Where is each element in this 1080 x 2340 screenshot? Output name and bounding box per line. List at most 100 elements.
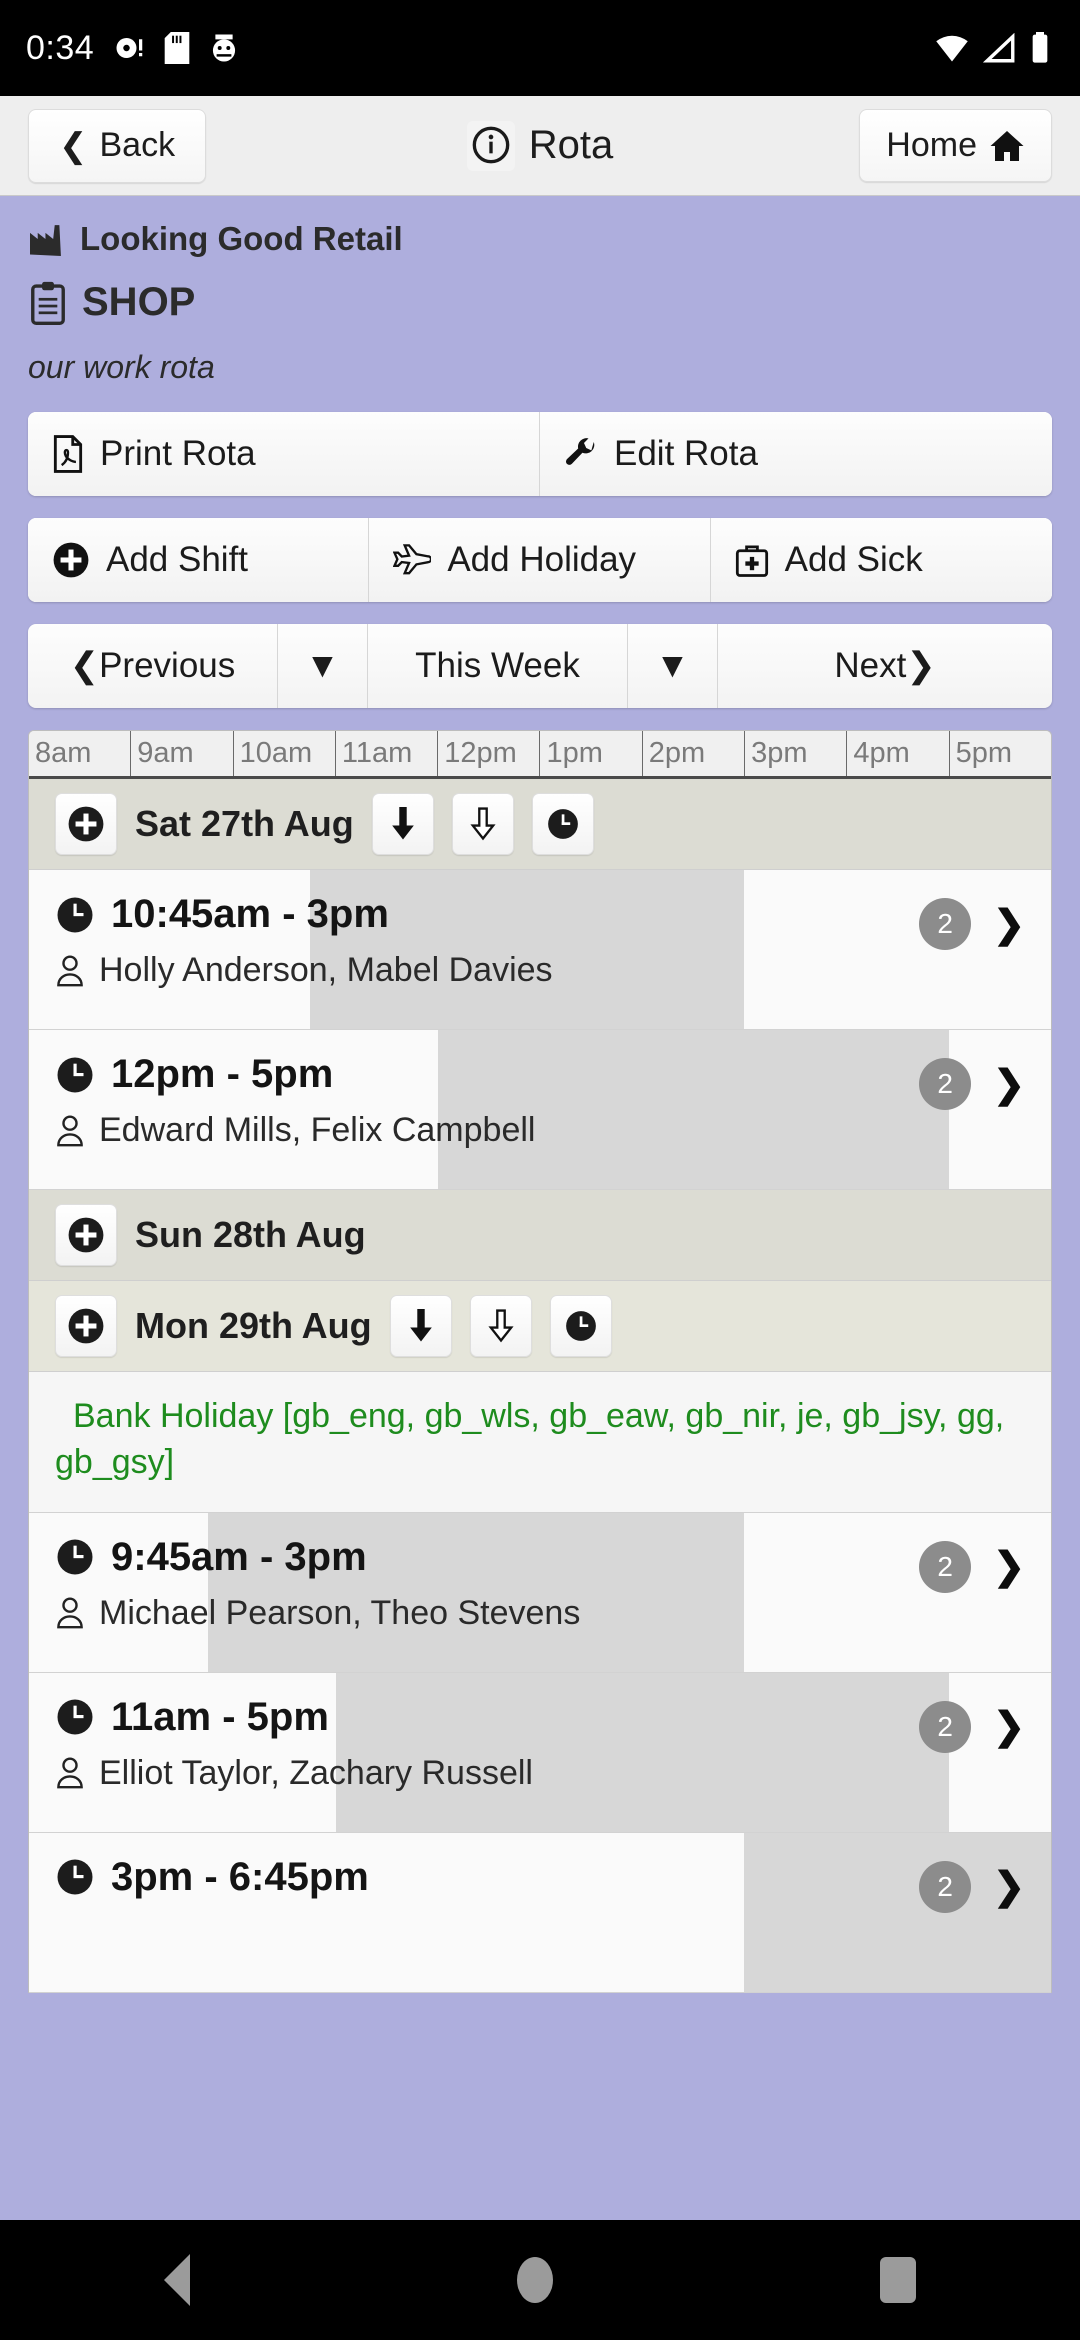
previous-week-button[interactable]: ❮ Previous [28,624,278,708]
chevron-right-icon[interactable]: ❯ [993,1544,1025,1589]
back-button-label: Back [99,126,176,164]
shift-row[interactable]: 9:45am - 3pm Michael Pearson, Theo Steven… [29,1512,1051,1673]
person-icon [55,1596,85,1630]
timeline-hour-cell: 5pm [955,737,1013,769]
add-shift-button[interactable]: Add Shift [28,518,370,602]
arrow-down-filled-button[interactable] [389,1295,452,1357]
shift-staff-count-badge: 2 [919,1058,972,1110]
nav-home-icon[interactable] [516,2257,553,2303]
clock-icon-lg [55,895,95,935]
organisation-name: Looking Good Retail [28,220,1052,258]
clock-icon [546,807,580,841]
shift-row[interactable]: 3pm - 6:45pm 2 ❯ [29,1832,1051,1993]
rota-subtitle: our work rota [28,349,215,385]
clock-icon-lg [55,1537,95,1577]
timeline-hour-cell: 8am [29,731,132,776]
edit-rota-button[interactable]: Edit Rota [540,412,1052,496]
android-navigation-bar [0,2220,1080,2340]
battery-icon [1030,32,1050,64]
chevron-right-icon[interactable]: ❯ [993,902,1025,947]
clock-button[interactable] [549,1295,612,1357]
nav-recents-icon[interactable] [880,2257,917,2303]
add-entry-button[interactable] [55,1204,117,1266]
add-holiday-button[interactable]: Add Holiday [369,518,711,602]
edit-rota-label: Edit Rota [614,434,758,473]
shift-row-trailing: 2 ❯ [919,1700,1025,1753]
department-name-text: SHOP [82,280,196,324]
rota-day-label: Sat 27th Aug [135,803,354,844]
rota-actions-primary: Print Rota Edit Rota [28,412,1052,496]
medical-bag-icon [735,543,769,577]
rota-day-header: Mon 29th Aug [29,1281,1051,1372]
arrow-down-filled-button[interactable] [371,793,434,855]
shift-content: 11am - 5pm Elliot Taylor, Zachary Russell [55,1695,1025,1793]
add-entry-button[interactable] [55,1295,117,1357]
airplane-icon [393,543,432,577]
clock-button[interactable] [531,793,594,855]
rota-page: Looking Good Retail SHOP our work rota P… [0,196,1080,2340]
previous-week-dropdown[interactable]: ▼ [278,624,368,708]
arrow-down-outline-button[interactable] [469,1295,532,1357]
shift-content: 9:45am - 3pm Michael Pearson, Theo Steven… [55,1535,1025,1633]
this-week-label: This Week [415,646,580,685]
chevron-left-icon: ❮ [59,126,88,165]
organisation-name-text: Looking Good Retail [80,220,403,257]
shift-row[interactable]: 10:45am - 3pm Holly Anderson, Mabel Davie… [29,870,1051,1030]
app-header-bar: ❮ Back Rota Home [0,96,1080,196]
timeline-hour-cell: 2pm [643,731,746,776]
back-button[interactable]: ❮ Back [28,108,207,183]
rota-day-label: Sun 28th Aug [135,1214,366,1255]
shift-people-text: Elliot Taylor, Zachary Russell [99,1753,533,1792]
chevron-left-icon: ❮ [69,646,100,685]
house-icon [989,128,1025,164]
shift-row-trailing: 2 ❯ [919,1540,1025,1593]
shift-row-trailing: 2 ❯ [919,1860,1025,1913]
shift-staff-count-badge: 2 [919,1860,972,1913]
plus-circle-icon [67,805,105,843]
shift-time-text: 11am - 5pm [111,1694,329,1739]
shift-staff-count-badge: 2 [919,1700,972,1753]
add-entry-button[interactable] [55,793,117,855]
clock-icon-lg [55,1055,95,1095]
chevron-right-icon[interactable]: ❯ [993,1704,1025,1749]
wifi-icon [934,33,970,63]
timeline-hour-cell: 12pm [438,731,541,776]
home-button[interactable]: Home [859,109,1052,182]
clock-icon [564,1309,598,1343]
rota-actions-secondary: Add Shift Add Holiday Add Sick [28,518,1052,602]
person-icon [55,954,85,988]
clipboard-icon [28,281,68,325]
plus-circle-icon [67,1307,105,1345]
arrow-down-filled-icon [406,1309,436,1343]
clock-icon-lg [55,1857,95,1897]
arrow-down-outline-icon [486,1309,516,1343]
info-icon[interactable] [466,120,515,171]
nav-back-icon[interactable] [163,2254,190,2306]
shift-content: 10:45am - 3pm Holly Anderson, Mabel Davie… [55,892,1025,990]
rota-day-header: Sun 28th Aug [29,1190,1051,1281]
add-sick-button[interactable]: Add Sick [710,518,1052,602]
shift-row[interactable]: 11am - 5pm Elliot Taylor, Zachary Russell… [29,1672,1051,1833]
print-rota-button[interactable]: Print Rota [28,412,540,496]
shift-people-row: Holly Anderson, Mabel Davies [55,951,1025,990]
status-bar-clock: 0:34 [26,28,95,67]
wrench-icon [564,437,598,471]
chevron-right-icon[interactable]: ❯ [993,1864,1025,1909]
plus-circle-icon [67,1216,105,1254]
shift-time-text: 10:45am - 3pm [111,892,389,936]
chevron-right-icon[interactable]: ❯ [993,1062,1025,1107]
rota-table: 8am 9am 10am 11am 12pm 1pm 2pm 3pm 4pm 5pm Sat 27… [28,730,1052,1993]
shift-row[interactable]: 12pm - 5pm Edward Mills, Felix Campbell 2 ❯ [29,1030,1051,1190]
shift-content: 3pm - 6:45pm [55,1855,1025,1900]
this-week-button[interactable]: This Week [368,624,628,708]
add-shift-label: Add Shift [106,540,249,579]
pdf-file-icon [52,435,84,473]
next-week-dropdown[interactable]: ▼ [628,624,718,708]
next-week-button[interactable]: Next ❯ [718,624,1052,708]
arrow-down-outline-button[interactable] [451,793,514,855]
shift-time-row: 9:45am - 3pm [55,1535,1025,1580]
chevron-down-icon: ▼ [655,646,690,685]
chevron-down-icon: ▼ [305,646,340,685]
shift-time-row: 3pm - 6:45pm [55,1855,1025,1900]
shift-time-row: 11am - 5pm [55,1695,1025,1740]
